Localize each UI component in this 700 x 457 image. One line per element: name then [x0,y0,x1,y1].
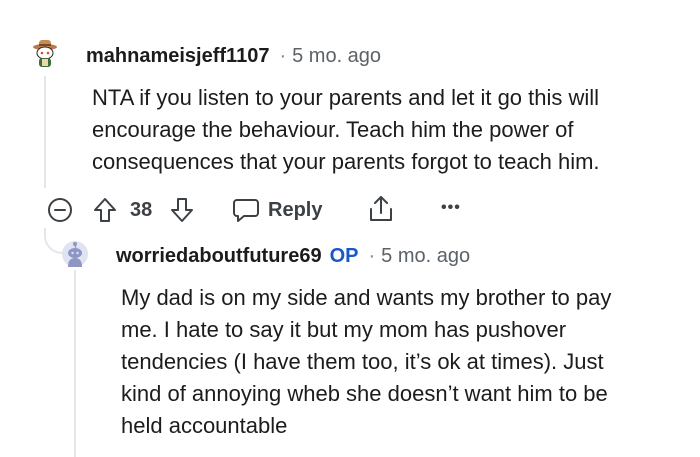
snoo-default-avatar-icon [62,241,88,267]
username[interactable]: mahnameisjeff1107 [86,45,269,67]
comment-text-line: consequences that your parents forgot to… [92,149,600,174]
minus-circle-icon [48,198,72,222]
comment-body: My dad is on my side and wants my brothe… [121,282,611,442]
comment-text-line: NTA if you listen to your parents and le… [92,85,600,110]
comment-text-line: me. I hate to say it but my mom has push… [121,317,567,342]
upvote-button[interactable] [92,196,118,224]
collapse-button[interactable] [47,197,73,223]
speech-bubble-icon [233,199,259,222]
arrow-up-icon [94,198,116,222]
comment-text-line: kind of annoying wheb she doesn’t want h… [121,381,608,406]
reply-label[interactable]: Reply [268,198,322,222]
separator-dot: · [279,45,287,67]
arrow-down-icon [171,198,193,222]
reply-thread-line[interactable] [74,270,76,457]
share-icon [370,196,392,221]
timestamp[interactable]: 5 mo. ago [381,245,470,267]
comment-meta: mahnameisjeff1107 · 5 mo. ago [86,44,381,68]
comment-text-line: held accountable [121,413,288,438]
avatar[interactable] [61,240,89,268]
snoo-cowboy-avatar-icon [33,40,57,67]
reply-button[interactable] [232,196,260,224]
separator-dot: · [368,245,376,267]
thread-line[interactable] [44,76,46,188]
timestamp[interactable]: 5 mo. ago [292,45,381,67]
vote-score: 38 [130,199,153,221]
comment-body: NTA if you listen to your parents and le… [92,82,600,178]
comment-text-line: encourage the behaviour. Teach him the p… [92,117,574,142]
username[interactable]: worriedaboutfuture69 [116,245,322,267]
op-badge: OP [329,245,359,267]
downvote-button[interactable] [169,196,195,224]
more-dots-icon[interactable]: ••• [441,200,461,216]
comment-text-line: My dad is on my side and wants my brothe… [121,285,612,310]
comment-text-line: tendencies (I have them too, it’s ok at … [121,349,604,374]
avatar[interactable] [30,38,60,68]
comment-meta: worriedaboutfuture69 OP · 5 mo. ago [116,244,470,268]
share-button[interactable] [367,193,395,225]
